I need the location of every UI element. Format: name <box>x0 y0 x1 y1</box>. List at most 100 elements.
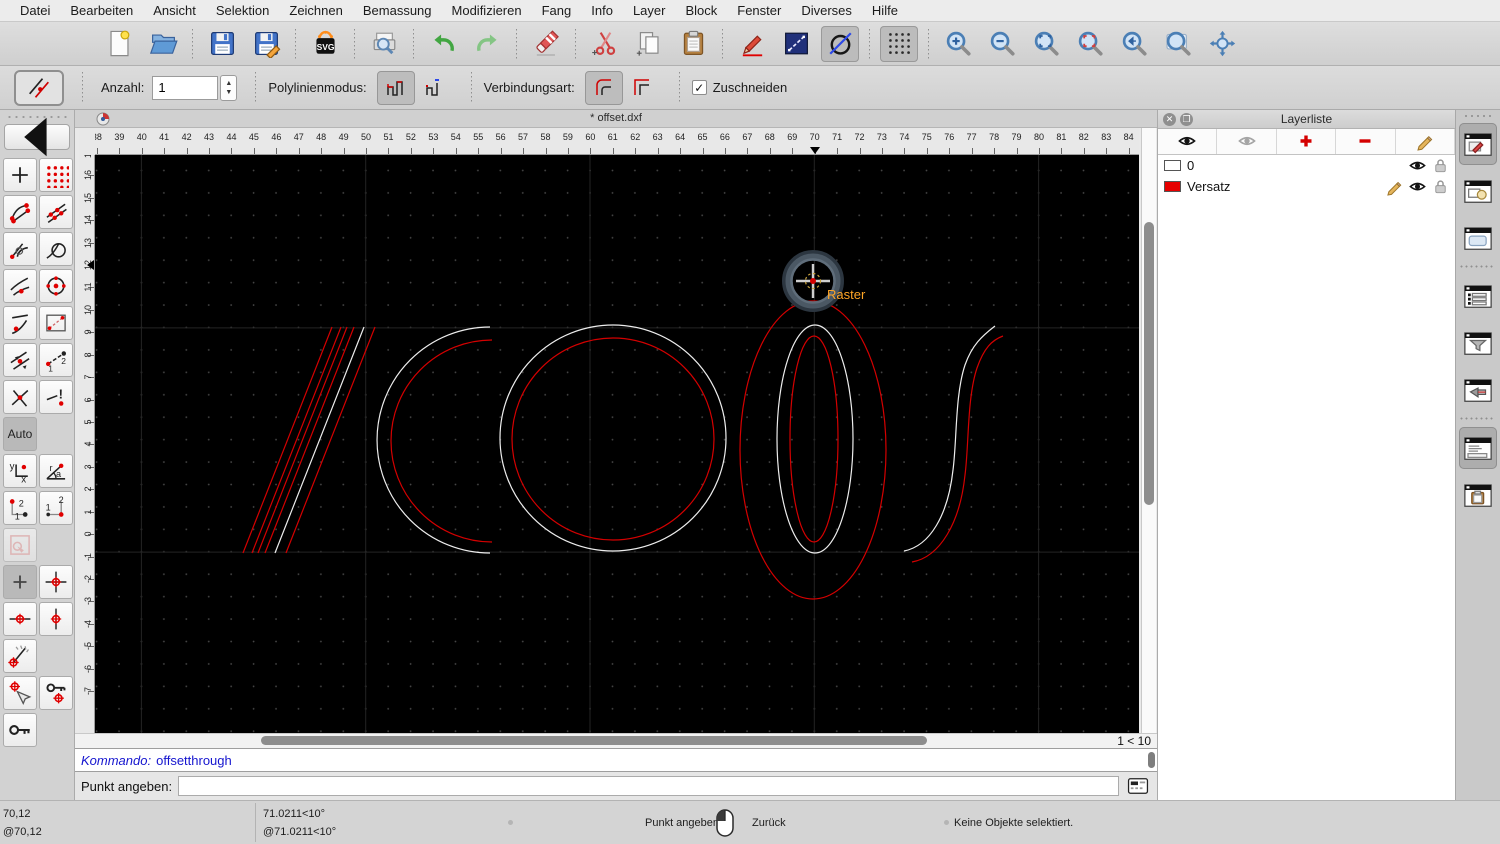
menu-diverses[interactable]: Diverses <box>791 0 862 22</box>
snap-perpendicular-button[interactable] <box>3 232 37 266</box>
vertical-scrollbar-thumb[interactable] <box>1144 222 1154 505</box>
block-list-toggle-button[interactable] <box>1459 170 1497 212</box>
drawing-canvas[interactable]: Raster <box>95 155 1139 733</box>
edit-pencil-button[interactable] <box>733 26 771 62</box>
svg-export-button[interactable]: SVG <box>306 26 344 62</box>
zoom-window-button[interactable] <box>1159 26 1197 62</box>
anzahl-stepper[interactable]: ▲ ▼ <box>220 74 238 101</box>
back-button[interactable] <box>4 117 70 157</box>
snap-auto-button[interactable]: Auto <box>3 417 37 451</box>
restrict-none-button[interactable] <box>3 565 37 599</box>
redo-button[interactable] <box>468 26 506 62</box>
menu-bemassung[interactable]: Bemassung <box>353 0 442 22</box>
coord-relative-2-button[interactable]: 12 <box>39 491 73 525</box>
layer-row-0[interactable]: 0 <box>1158 155 1455 176</box>
horizontal-scrollbar[interactable] <box>95 734 1139 748</box>
snap-tangent-button[interactable] <box>39 232 73 266</box>
vertical-scrollbar[interactable] <box>1141 128 1156 733</box>
command-trigger-toggle-button[interactable] <box>1459 369 1497 411</box>
coord-cartesian-button[interactable]: yx <box>3 454 37 488</box>
snap-tangent-point-button[interactable] <box>3 306 37 340</box>
snap-intersection-button[interactable] <box>3 380 37 414</box>
hide-all-layers-button[interactable] <box>1217 129 1277 154</box>
library-browser-toggle-button[interactable] <box>1459 217 1497 259</box>
snap-middle-button[interactable] <box>3 269 37 303</box>
restrict-both-button[interactable] <box>39 565 73 599</box>
add-layer-button[interactable] <box>1277 129 1337 154</box>
cut-button[interactable] <box>586 26 624 62</box>
open-file-button[interactable] <box>144 26 182 62</box>
save-file-as-button[interactable] <box>247 26 285 62</box>
drawing-canvas-svg[interactable]: Raster <box>95 155 1139 733</box>
polyline-mode-off-button[interactable] <box>415 71 453 105</box>
paste-button[interactable] <box>674 26 712 62</box>
zoom-out-button[interactable] <box>983 26 1021 62</box>
snap-intersection-manual-button[interactable]: ! <box>39 380 73 414</box>
snap-on-entity-button[interactable] <box>39 195 73 229</box>
menu-zeichnen[interactable]: Zeichnen <box>279 0 352 22</box>
layer-color-swatch[interactable] <box>1164 160 1181 171</box>
snap-reference-button[interactable] <box>39 306 73 340</box>
set-relative-zero-button[interactable] <box>3 676 37 710</box>
line-tool-button[interactable] <box>777 26 815 62</box>
print-preview-button[interactable] <box>365 26 403 62</box>
clipboard-panel-toggle-button[interactable] <box>1459 474 1497 516</box>
zoom-selection-button[interactable] <box>1071 26 1109 62</box>
command-line-panel-toggle-button[interactable] <box>1459 427 1497 469</box>
menu-hilfe[interactable]: Hilfe <box>862 0 908 22</box>
snap-grid-button[interactable] <box>39 158 73 192</box>
snap-endpoints-button[interactable] <box>3 195 37 229</box>
coord-polar-button[interactable]: ra <box>39 454 73 488</box>
join-miter-button[interactable] <box>623 71 661 105</box>
zoom-pan-button[interactable] <box>1203 26 1241 62</box>
zoom-auto-button[interactable] <box>1027 26 1065 62</box>
grid-toggle-button[interactable] <box>880 25 918 62</box>
horizontal-scrollbar-thumb[interactable] <box>261 736 927 745</box>
menu-fenster[interactable]: Fenster <box>727 0 791 22</box>
edit-layer-button[interactable] <box>1396 129 1456 154</box>
show-all-layers-button[interactable] <box>1158 129 1218 154</box>
new-file-button[interactable] <box>100 26 138 62</box>
snap-free-button[interactable] <box>3 158 37 192</box>
menu-datei[interactable]: Datei <box>10 0 60 22</box>
relative-zero-key-button[interactable] <box>3 713 37 747</box>
document-tab-title[interactable]: * offset.dxf <box>75 112 1157 124</box>
menu-layer[interactable]: Layer <box>623 0 676 22</box>
menu-fang[interactable]: Fang <box>532 0 582 22</box>
coord-relative-1-button[interactable]: 12 <box>3 491 37 525</box>
restrict-angle-button[interactable] <box>3 639 37 673</box>
delete-eraser-button[interactable] <box>527 26 565 62</box>
lock-relative-zero-button[interactable] <box>39 676 73 710</box>
menu-ansicht[interactable]: Ansicht <box>143 0 206 22</box>
history-scrollbar-thumb[interactable] <box>1148 752 1155 768</box>
copy-button[interactable] <box>630 26 668 62</box>
menu-info[interactable]: Info <box>581 0 623 22</box>
join-round-button[interactable] <box>584 70 623 105</box>
anzahl-input[interactable] <box>152 75 219 100</box>
polyline-mode-on-button[interactable] <box>376 70 415 105</box>
layer-row-Versatz[interactable]: Versatz <box>1158 176 1455 197</box>
menu-modifizieren[interactable]: Modifizieren <box>442 0 532 22</box>
zoom-in-button[interactable] <box>939 26 977 62</box>
zoom-previous-button[interactable] <box>1115 26 1153 62</box>
dock-drag-handle[interactable] <box>1463 113 1493 119</box>
layer-color-swatch[interactable] <box>1164 181 1181 192</box>
undo-button[interactable] <box>424 26 462 62</box>
layer-list-toggle-button[interactable] <box>1459 123 1497 165</box>
command-input[interactable] <box>178 776 1119 796</box>
snap-parallel-button[interactable] <box>3 343 37 377</box>
snap-center-button[interactable] <box>39 269 73 303</box>
trim-checkbox[interactable]: ✓ <box>691 80 707 95</box>
property-editor-toggle-button[interactable] <box>1459 275 1497 317</box>
menu-block[interactable]: Block <box>675 0 727 22</box>
menu-bearbeiten[interactable]: Bearbeiten <box>60 0 143 22</box>
save-file-button[interactable] <box>203 26 241 62</box>
calculator-button[interactable] <box>1125 776 1151 797</box>
restrict-ortho-disabled-button[interactable] <box>3 528 37 562</box>
snap-distance-button[interactable]: 12 <box>39 343 73 377</box>
restrict-vertical-button[interactable] <box>39 602 73 636</box>
offset-tool-button[interactable] <box>14 69 64 106</box>
selection-filter-toggle-button[interactable] <box>1459 322 1497 364</box>
restrict-horizontal-button[interactable] <box>3 602 37 636</box>
remove-layer-button[interactable] <box>1336 129 1396 154</box>
